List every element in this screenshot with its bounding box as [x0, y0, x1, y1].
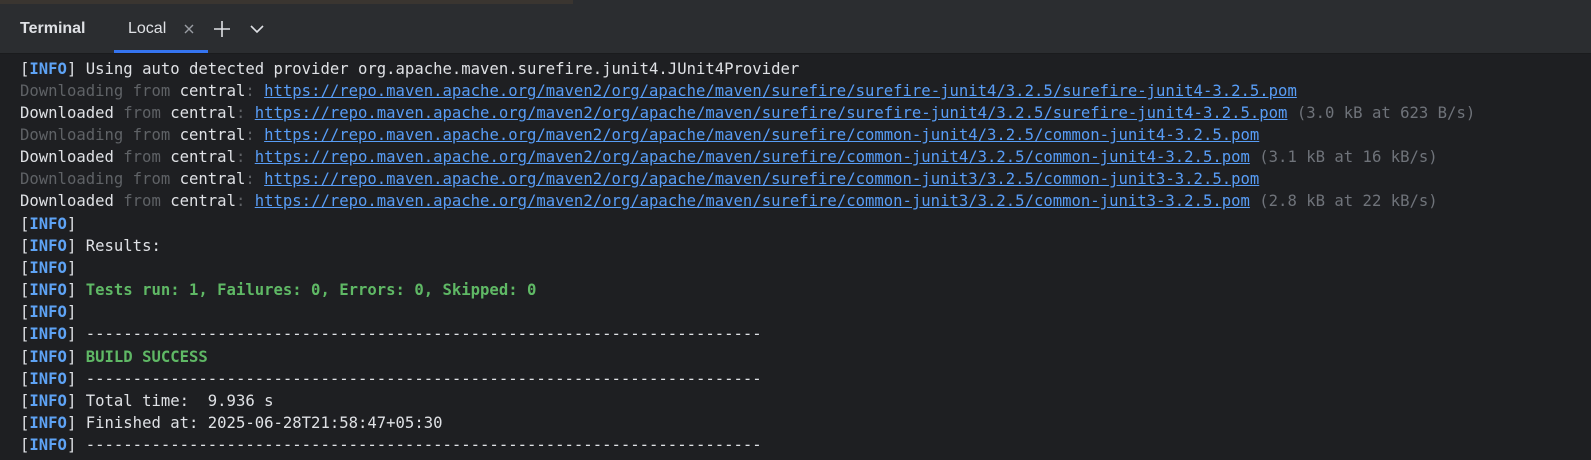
repo-name: central [179, 82, 246, 100]
log-line: Downloading from central: https://repo.m… [20, 82, 1297, 100]
log-level: INFO [29, 237, 67, 255]
log-line: [INFO] [20, 303, 77, 321]
log-level: INFO [29, 392, 67, 410]
from-word: from [132, 82, 171, 100]
log-line: [INFO] Using auto detected provider org.… [20, 60, 800, 78]
download-stats: (3.0 kB at 623 B/s) [1296, 104, 1476, 122]
download-verb: Downloaded [20, 148, 114, 166]
panel-title: Terminal [20, 20, 86, 37]
from-word: from [123, 192, 161, 210]
repo-name: central [170, 104, 236, 122]
repo-name: central [179, 126, 246, 144]
from-word: from [123, 148, 161, 166]
download-stats: (3.1 kB at 16 kB/s) [1259, 148, 1438, 166]
repo-name: central [170, 192, 236, 210]
tests-summary: Tests run: 1, Failures: 0, Errors: 0, Sk… [85, 281, 537, 299]
log-line: [INFO] Finished at: 2025-06-28T21:58:47+… [20, 414, 443, 432]
log-line: [INFO] [20, 259, 77, 277]
log-line: [INFO] ---------------------------------… [20, 436, 762, 454]
separator: ----------------------------------------… [85, 325, 762, 343]
log-level: INFO [29, 215, 67, 233]
download-verb: Downloaded [20, 192, 114, 210]
log-level: INFO [29, 436, 67, 454]
terminal-output[interactable]: [INFO] Using auto detected provider org.… [0, 55, 1591, 460]
tab-label: Local [128, 20, 167, 37]
log-level: INFO [29, 60, 67, 78]
download-link[interactable]: https://repo.maven.apache.org/maven2/org… [255, 104, 1288, 122]
log-line: [INFO] ---------------------------------… [20, 370, 762, 388]
log-line: [INFO] ---------------------------------… [20, 325, 762, 343]
log-line: Downloading from central: https://repo.m… [20, 170, 1260, 188]
download-verb: Downloaded [20, 104, 114, 122]
log-text: Using auto detected provider org.apache.… [85, 60, 800, 78]
log-level: INFO [29, 303, 67, 321]
log-line: [INFO] Results: [20, 237, 161, 255]
tab-local[interactable]: Local [114, 4, 208, 53]
finished-at: Finished at: 2025-06-28T21:58:47+05:30 [85, 414, 443, 432]
download-link[interactable]: https://repo.maven.apache.org/maven2/org… [264, 170, 1259, 188]
log-line: Downloaded from central: https://repo.ma… [20, 148, 1438, 166]
separator: ----------------------------------------… [85, 370, 762, 388]
log-line: [INFO] [20, 215, 77, 233]
download-stats: (2.8 kB at 22 kB/s) [1259, 192, 1438, 210]
separator: ----------------------------------------… [85, 436, 762, 454]
download-verb: Downloading [20, 126, 124, 144]
active-tab-indicator [114, 50, 208, 53]
download-link[interactable]: https://repo.maven.apache.org/maven2/org… [255, 148, 1250, 166]
total-time: Total time: 9.936 s [85, 392, 274, 410]
log-text: Results: [85, 237, 161, 255]
terminal-toolbar: Terminal Local [0, 4, 1591, 54]
download-link[interactable]: https://repo.maven.apache.org/maven2/org… [264, 126, 1259, 144]
log-line: [INFO] Tests run: 1, Failures: 0, Errors… [20, 281, 537, 299]
from-word: from [123, 104, 161, 122]
log-level: INFO [29, 370, 67, 388]
log-line: [INFO] Total time: 9.936 s [20, 392, 274, 410]
log-line: Downloaded from central: https://repo.ma… [20, 192, 1438, 210]
close-icon[interactable] [182, 22, 196, 36]
terminal-window: Terminal Local [INFO] Using auto detecte… [0, 0, 1591, 460]
download-verb: Downloading [20, 82, 124, 100]
download-link[interactable]: https://repo.maven.apache.org/maven2/org… [255, 192, 1250, 210]
repo-name: central [179, 170, 246, 188]
log-line: [INFO] BUILD SUCCESS [20, 348, 208, 366]
repo-name: central [170, 148, 236, 166]
log-level: INFO [29, 348, 67, 366]
log-level: INFO [29, 281, 67, 299]
download-link[interactable]: https://repo.maven.apache.org/maven2/org… [264, 82, 1297, 100]
log-level: INFO [29, 259, 67, 277]
download-verb: Downloading [20, 170, 124, 188]
log-line: Downloading from central: https://repo.m… [20, 126, 1260, 144]
log-line: Downloaded from central: https://repo.ma… [20, 104, 1476, 122]
log-level: INFO [29, 414, 67, 432]
build-status: BUILD SUCCESS [85, 348, 208, 366]
chevron-down-icon[interactable] [248, 20, 266, 38]
from-word: from [132, 170, 171, 188]
log-level: INFO [29, 325, 67, 343]
from-word: from [132, 126, 171, 144]
plus-icon[interactable] [212, 19, 232, 39]
